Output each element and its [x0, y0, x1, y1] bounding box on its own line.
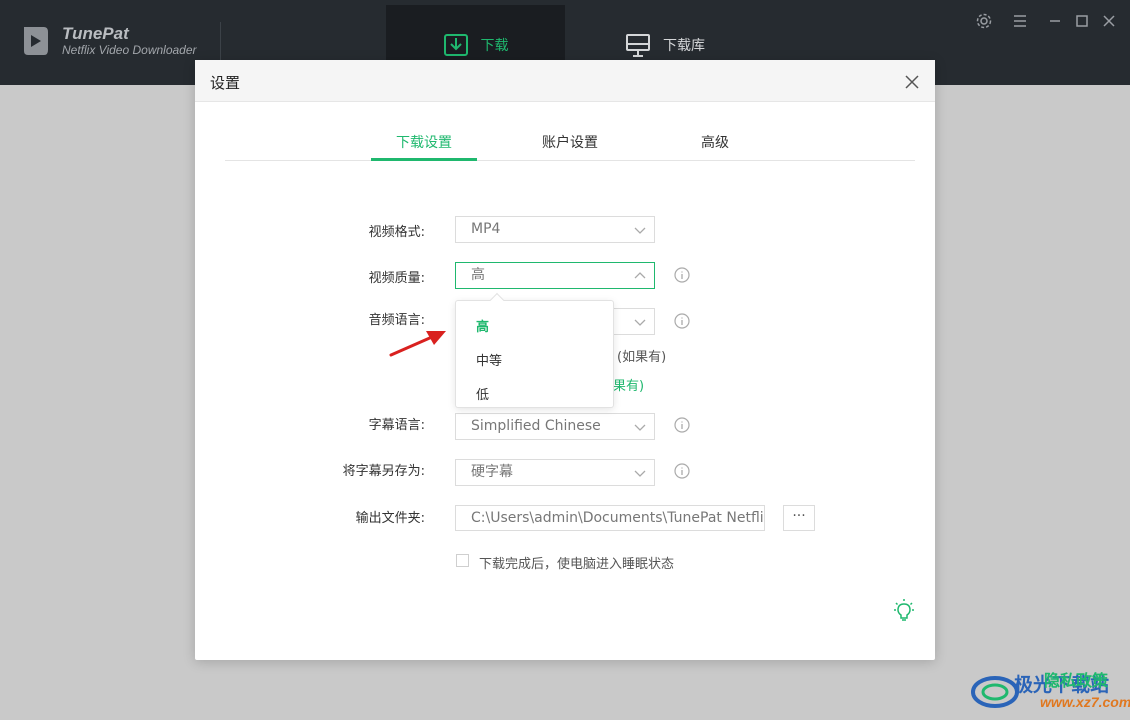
tabs-divider [225, 160, 915, 161]
output-folder-label: 输出文件夹: [355, 511, 425, 526]
settings-button[interactable] [973, 10, 995, 32]
save-subtitle-as-select[interactable]: 硬字幕 [455, 459, 655, 486]
tab-account-settings[interactable]: 账户设置 [520, 132, 620, 152]
close-window-button[interactable] [1098, 10, 1120, 32]
quality-option-low[interactable]: 低 [476, 384, 489, 403]
brand-name: TunePat [62, 24, 129, 43]
maximize-button[interactable] [1071, 10, 1093, 32]
video-quality-value: 高 [471, 267, 485, 283]
video-format-value: MP4 [471, 221, 501, 237]
audio-option-partial-text-green: 果有) [613, 379, 645, 394]
brand-divider [220, 22, 221, 62]
close-icon [1103, 15, 1115, 27]
browse-folder-button[interactable]: ··· [783, 505, 815, 531]
menu-button[interactable] [1009, 10, 1031, 32]
minimize-button[interactable] [1044, 10, 1066, 32]
video-format-label: 视频格式: [368, 225, 425, 240]
download-icon [443, 34, 468, 56]
chevron-down-icon [634, 424, 646, 431]
dialog-header: 设置 [195, 60, 935, 102]
quality-option-medium[interactable]: 中等 [476, 350, 502, 369]
info-icon[interactable] [674, 313, 690, 329]
active-tab-indicator [371, 158, 477, 161]
info-icon[interactable] [674, 417, 690, 433]
annotation-arrow-icon [389, 331, 446, 357]
video-quality-label: 视频质量: [368, 271, 425, 286]
save-subtitle-as-label: 将字幕另存为: [342, 464, 425, 479]
quality-option-high[interactable]: 高 [476, 316, 489, 335]
tunepat-logo-icon [24, 27, 48, 55]
minimize-icon [1050, 20, 1060, 22]
dialog-title: 设置 [210, 74, 241, 92]
video-quality-select[interactable]: 高 [455, 262, 655, 289]
subtitle-language-label: 字幕语言: [368, 418, 425, 433]
dropdown-caret [489, 292, 505, 308]
sleep-after-download-checkbox[interactable] [456, 554, 469, 567]
save-subtitle-as-value: 硬字幕 [471, 464, 513, 480]
close-icon [905, 75, 919, 89]
brand-subtitle: Netflix Video Downloader [62, 43, 197, 57]
maximize-icon [1076, 15, 1088, 27]
lightbulb-icon[interactable] [893, 598, 915, 622]
video-quality-dropdown: 高 中等 低 [455, 292, 614, 408]
nav-download-label: 下载 [480, 38, 509, 54]
privacy-policy-link[interactable]: 隐私政策 [1044, 667, 1108, 691]
subtitle-language-value: Simplified Chinese [471, 418, 601, 434]
tab-download-settings[interactable]: 下载设置 [371, 132, 477, 152]
chevron-up-icon [634, 272, 646, 279]
info-icon[interactable] [674, 267, 690, 283]
tab-advanced[interactable]: 高级 [675, 132, 755, 152]
watermark-url: www.xz7.com [1040, 694, 1130, 710]
library-icon [626, 34, 650, 57]
dialog-close-button[interactable] [901, 71, 923, 93]
menu-icon [1014, 15, 1026, 27]
chevron-down-icon [634, 227, 646, 234]
subtitle-language-select[interactable]: Simplified Chinese [455, 413, 655, 440]
output-folder-input[interactable]: C:\Users\admin\Documents\TunePat Netflix… [455, 505, 765, 531]
settings-dialog: 设置 下载设置 账户设置 高级 视频格式: MP4 视频质量: 高 音频语言: … [195, 60, 935, 660]
audio-option-partial-text: (如果有) [617, 350, 667, 365]
info-icon[interactable] [674, 463, 690, 479]
nav-library-label: 下载库 [663, 38, 705, 54]
sleep-after-download-label: 下载完成后，使电脑进入睡眠状态 [479, 557, 675, 572]
chevron-down-icon [634, 470, 646, 477]
chevron-down-icon [634, 319, 646, 326]
gear-icon [976, 13, 992, 29]
video-format-select[interactable]: MP4 [455, 216, 655, 243]
